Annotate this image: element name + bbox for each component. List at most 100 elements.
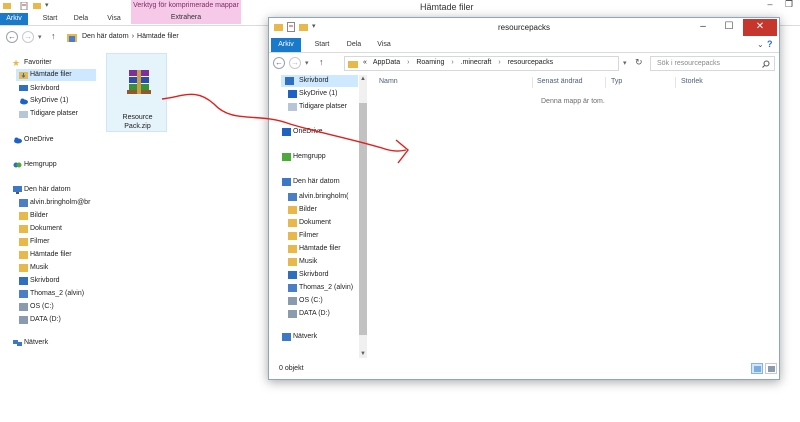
properties-icon[interactable] [20,2,28,10]
nav-item-desktop[interactable]: Skrivbord [19,83,60,95]
recent-locations-icon[interactable]: ▾ [305,59,309,67]
breadcrumb[interactable]: Den här datorn › Hämtade filer [82,33,182,40]
nav-item-drive-c[interactable]: OS (C:) [19,301,54,313]
breadcrumb-item[interactable]: .minecraft [461,59,492,66]
breadcrumb-separator[interactable]: › [132,33,134,40]
forward-button[interactable]: → [289,57,301,69]
breadcrumb-separator[interactable]: › [451,59,453,66]
nav-item-cloud[interactable]: SkyDrive (1) [288,88,338,100]
nav-item-desktop[interactable]: Skrivbord [19,275,60,287]
minimize-button[interactable]: – [690,19,716,36]
nav-item-skydrive[interactable]: SkyDrive (1) [20,95,69,107]
quick-access-dropdown-icon[interactable]: ▾ [45,1,49,9]
scrollbar-thumb[interactable] [359,103,367,335]
nav-item-user-folder[interactable]: Thomas_2 (alvin) [288,282,353,294]
desktop-icon [288,271,297,279]
nav-item-documents[interactable]: Dokument [288,217,331,229]
large-icons-view-button[interactable] [765,363,777,374]
breadcrumb-item[interactable]: Den här datorn [82,33,129,40]
details-view-button[interactable] [751,363,763,374]
nav-item-computer[interactable]: Den här datorn [282,176,340,188]
nav-item-user-folder[interactable]: alvin.bringholm( [288,191,348,203]
column-divider[interactable] [532,77,533,88]
nav-item-recent-places[interactable]: Tidigare platser [19,108,78,120]
nav-label: Tidigare platser [299,103,347,110]
new-folder-icon[interactable] [33,2,41,10]
restore-button[interactable]: ❐ [783,0,795,10]
nav-item-this-pc[interactable]: Den här datorn [13,184,71,196]
nav-item-downloads[interactable]: Hämtade filer [16,69,96,81]
address-dropdown-icon[interactable]: ▾ [623,59,627,67]
nav-item-downloads[interactable]: Hämtade filer [19,249,72,261]
nav-item-videos[interactable]: Filmer [19,236,49,248]
status-bar: 0 objekt [269,360,779,380]
tab-view[interactable]: Visa [372,38,396,52]
tab-home[interactable]: Start [309,38,335,52]
file-resource-pack-zip[interactable]: Resource Pack.zip [106,53,167,132]
tab-share[interactable]: Dela [342,38,366,52]
nav-item-videos[interactable]: Filmer [288,230,318,242]
nav-scrollbar[interactable]: ▲ ▼ [359,75,367,358]
tab-file[interactable]: Arkiv [271,38,301,52]
column-header-modified[interactable]: Senast ändrad [537,78,583,85]
nav-item-pictures[interactable]: Bilder [19,210,48,222]
breadcrumb-separator[interactable]: › [498,59,500,66]
help-icon[interactable]: ? [767,39,773,49]
nav-label: Hemgrupp [293,153,326,160]
nav-item-drive-c[interactable]: OS (C:) [288,295,323,307]
close-button[interactable]: ✕ [743,19,777,36]
nav-item-music[interactable]: Musik [288,256,317,268]
folder-icon[interactable] [3,2,11,10]
explorer-window-resourcepacks[interactable]: ▾ resourcepacks – ☐ ✕ Arkiv Start Dela V… [268,17,780,380]
scroll-up-icon[interactable]: ▲ [359,75,367,83]
column-header-type[interactable]: Typ [611,78,622,85]
title-bar[interactable]: ▾ resourcepacks – ☐ ✕ [269,18,779,38]
breadcrumb-overflow[interactable]: « [363,59,367,66]
up-arrow-icon[interactable]: ↑ [51,31,56,41]
nav-item-user-folder[interactable]: Thomas_2 (alvin) [19,288,84,300]
nav-item-user-folder[interactable]: alvin.bringholm@br [19,197,90,209]
breadcrumb-item[interactable]: AppData [373,59,400,66]
up-arrow-icon[interactable]: ↑ [319,57,324,67]
maximize-button[interactable]: ☐ [716,19,742,36]
tab-share[interactable]: Dela [70,13,92,25]
nav-item-drive-d[interactable]: DATA (D:) [288,308,330,320]
nav-item-onedrive[interactable]: OneDrive [14,134,54,146]
nav-item-music[interactable]: Musik [19,262,48,274]
minimize-button[interactable]: – [764,0,776,10]
breadcrumb-item[interactable]: Roaming [416,59,444,66]
refresh-icon[interactable]: ↻ [635,57,643,68]
recent-locations-icon[interactable]: ▾ [38,33,42,41]
column-divider[interactable] [605,77,606,88]
nav-item-pictures[interactable]: Bilder [288,204,317,216]
tab-file[interactable]: Arkiv [0,13,28,25]
nav-favorites[interactable]: ★ Favoriter [12,57,52,69]
address-bar[interactable]: « AppData › Roaming › .minecraft › resou… [344,56,619,71]
expand-ribbon-icon[interactable]: ⌄ [757,40,764,49]
nav-item-recent-places[interactable]: Tidigare platser [288,101,347,113]
tab-home[interactable]: Start [37,13,63,25]
nav-item-cloud[interactable]: OneDrive [282,126,323,138]
nav-item-downloads[interactable]: Hämtade filer [288,243,341,255]
breadcrumb-item[interactable]: resourcepacks [508,59,554,66]
search-input[interactable]: Sök i resourcepacks [650,56,775,71]
nav-item-desktop[interactable]: Skrivbord [281,75,358,87]
nav-item-homegroup[interactable]: Hemgrupp [282,151,326,163]
back-button[interactable]: ← [273,57,285,69]
nav-item-desktop[interactable]: Skrivbord [288,269,329,281]
nav-item-drive-d[interactable]: DATA (D:) [19,314,61,326]
back-button[interactable]: ← [6,31,18,43]
breadcrumb-separator[interactable]: › [407,59,409,66]
breadcrumb[interactable]: « AppData › Roaming › .minecraft › resou… [363,59,553,66]
forward-button[interactable]: → [22,31,34,43]
column-header-name[interactable]: Namn [379,78,398,85]
nav-item-homegroup[interactable]: Hemgrupp [13,159,57,171]
column-header-size[interactable]: Storlek [681,78,703,85]
column-divider[interactable] [675,77,676,88]
scroll-down-icon[interactable]: ▼ [359,350,367,358]
tab-view[interactable]: Visa [103,13,125,25]
nav-item-network[interactable]: Nätverk [13,337,48,349]
nav-item-network[interactable]: Nätverk [282,331,317,343]
breadcrumb-item[interactable]: Hämtade filer [137,33,179,40]
nav-item-documents[interactable]: Dokument [19,223,62,235]
